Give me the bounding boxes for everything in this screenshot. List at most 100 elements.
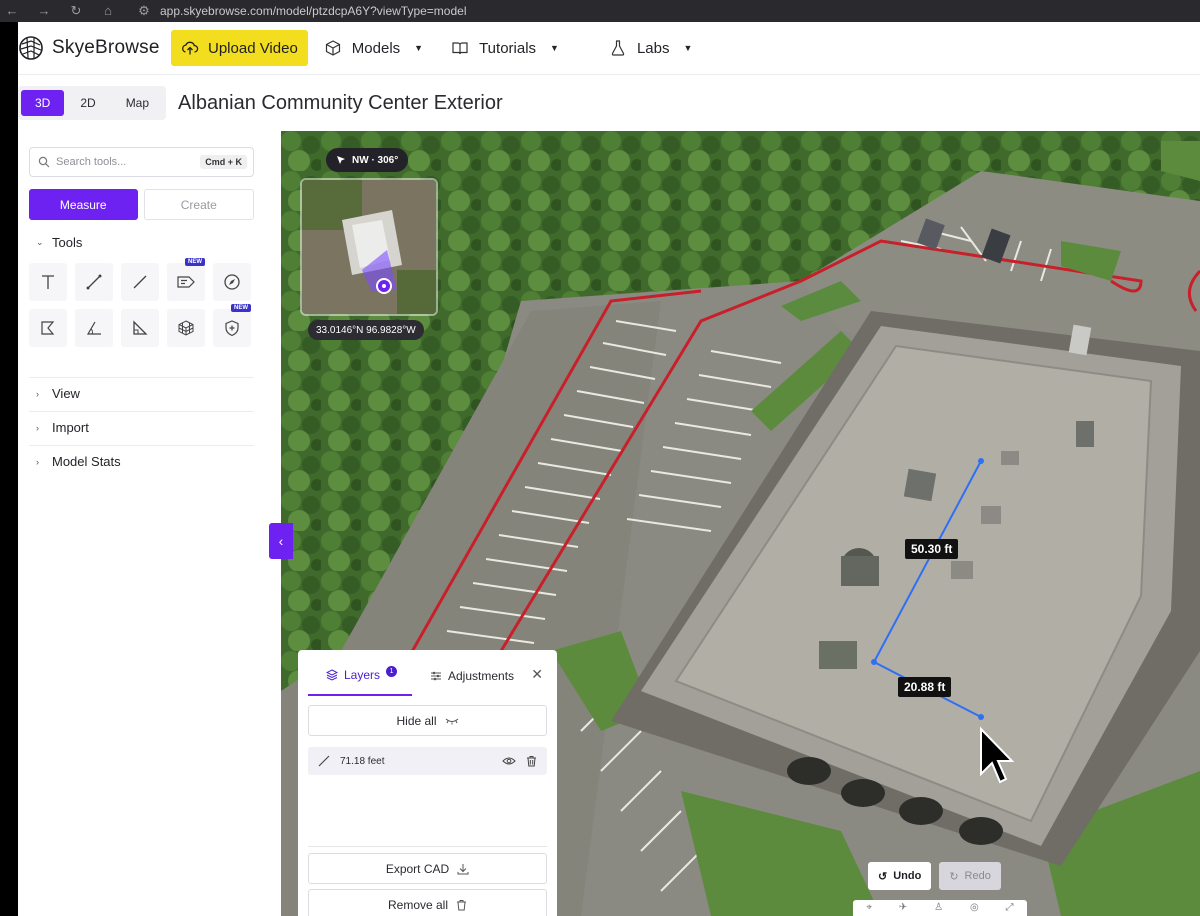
area-tool-button[interactable] [29,309,67,347]
search-icon [38,156,50,168]
undo-button[interactable]: ↺ Undo [868,862,932,890]
divider [29,411,254,412]
trash-icon[interactable] [526,755,537,767]
section-view-label: View [52,386,80,401]
nav-tutorials[interactable]: Tutorials ▼ [451,39,559,57]
layer-item[interactable]: 71.18 feet [308,747,547,775]
view-mode-map[interactable]: Map [112,90,163,116]
tab-adjustments[interactable]: Adjustments [412,656,518,696]
minimap-image [302,180,436,314]
tool-search[interactable]: Search tools... Cmd + K [29,147,254,177]
line-tool-icon [133,275,147,289]
new-badge: NEW [185,258,205,266]
undo-label: Undo [893,870,922,882]
site-settings-icon[interactable]: ⚙ [136,4,152,18]
nav-labs-label: Labs [636,39,670,57]
camera-toolbar: ⌖ ✈ ♙ ◎ ⤢ [853,900,1027,916]
coordinates-readout: 33.0146°N 96.9828°W [308,320,424,340]
nav-labs[interactable]: Labs ▼ [609,39,692,57]
compass-heading[interactable]: NW · 306° [326,148,409,172]
layers-panel-tabs: Layers 1 Adjustments [308,656,548,696]
camera-orbit-icon[interactable]: ⌖ [866,903,872,913]
compass-tool-button[interactable] [213,263,251,301]
layer-count-badge: 1 [386,665,398,677]
chevron-left-icon: ‹ [278,533,284,549]
brand-name: SkyeBrowse [52,37,160,58]
redo-label: Redo [964,870,991,882]
export-cad-button[interactable]: Export CAD [308,853,547,884]
new-badge: NEW [231,304,251,312]
north-arrow-icon [337,156,345,164]
camera-fly-icon[interactable]: ✈ [899,903,907,913]
remove-all-button[interactable]: Remove all [308,889,547,916]
tool-grid: NEW NEW [29,258,259,347]
tab-measure[interactable]: Measure [29,189,138,220]
compass-tool-icon [224,274,240,290]
trash-icon [457,899,467,910]
chevron-down-icon: ▼ [550,43,559,53]
line-tool-button[interactable] [121,263,159,301]
section-import[interactable]: › Import [36,420,89,435]
eye-icon[interactable] [502,756,516,766]
tab-layers[interactable]: Layers 1 [308,656,412,696]
globe-icon[interactable]: ◎ [970,903,979,913]
measure-line-button[interactable] [75,263,113,301]
upload-video-label: Upload Video [208,39,298,57]
brand-logo[interactable]: SkyeBrowse [18,35,170,61]
export-cad-label: Export CAD [385,861,450,876]
view-mode-2d[interactable]: 2D [66,90,109,116]
shield-plus-button[interactable]: NEW [213,304,251,347]
chevron-right-icon: › [36,422,39,433]
compass-heading-text: NW · 306° [352,154,399,166]
minimap[interactable] [300,178,438,316]
fullscreen-icon[interactable]: ⤢ [1006,903,1014,913]
flask-icon [611,40,625,56]
close-icon[interactable]: ✕ [531,666,543,683]
book-icon [452,42,468,55]
section-view[interactable]: › View [36,386,80,401]
url-text[interactable]: app.skyebrowse.com/model/ptzdcpA6Y?viewT… [160,4,467,18]
angle-tool-icon [86,321,101,335]
redo-icon: ↻ [949,870,959,883]
collapse-sidebar-button[interactable]: ‹ [269,523,293,559]
divider [308,846,547,847]
volume-tool-button[interactable] [167,309,205,347]
reload-icon[interactable]: ↻ [68,4,84,18]
forward-arrow-icon[interactable]: → [36,4,52,18]
hide-all-label: Hide all [396,713,437,728]
angle-tool-button[interactable] [75,309,113,347]
cube-icon [325,40,340,56]
section-model-stats-label: Model Stats [52,454,121,469]
annotation-tool-button[interactable]: NEW [167,258,205,301]
nav-tutorials-label: Tutorials [479,39,537,57]
home-icon[interactable]: ⌂ [100,4,116,18]
upload-video-button[interactable]: Upload Video [171,30,308,66]
chevron-down-icon: ▼ [414,43,424,53]
measurement-label[interactable]: 50.30 ft [905,539,959,559]
address-bar[interactable]: ⚙ app.skyebrowse.com/model/ptzdcpA6Y?vie… [136,2,467,20]
text-tool-icon [42,275,54,289]
top-navigation: SkyeBrowse Upload Video Models ▼ Tutoria… [18,22,1200,75]
section-tools-label: Tools [52,235,83,250]
shield-plus-icon [225,320,239,337]
area-tool-icon [41,321,55,335]
redo-button[interactable]: ↻ Redo [939,862,1001,890]
hide-all-button[interactable]: Hide all [308,705,547,736]
person-view-icon[interactable]: ♙ [934,903,943,913]
text-tool-button[interactable] [29,263,67,301]
search-input[interactable]: Search tools... [56,156,194,168]
measurement-label[interactable]: 20.88 ft [898,677,952,697]
height-tool-button[interactable] [121,309,159,347]
section-model-stats[interactable]: › Model Stats [36,454,121,469]
layers-icon [326,669,338,681]
tab-create[interactable]: Create [143,189,254,220]
back-arrow-icon[interactable]: ← [4,4,20,18]
chevron-down-icon: ⌄ [36,237,44,247]
view-mode-3d[interactable]: 3D [21,90,65,116]
nav-models[interactable]: Models ▼ [324,39,423,57]
layers-panel: Layers 1 Adjustments ✕ Hide all 71.18 fe… [298,650,557,916]
mode-tabs: Measure Create [29,189,254,220]
view-mode-toggle: 3D 2D Map [18,86,167,120]
measure-line-icon [318,755,330,767]
section-tools[interactable]: ⌄ Tools [36,235,82,250]
